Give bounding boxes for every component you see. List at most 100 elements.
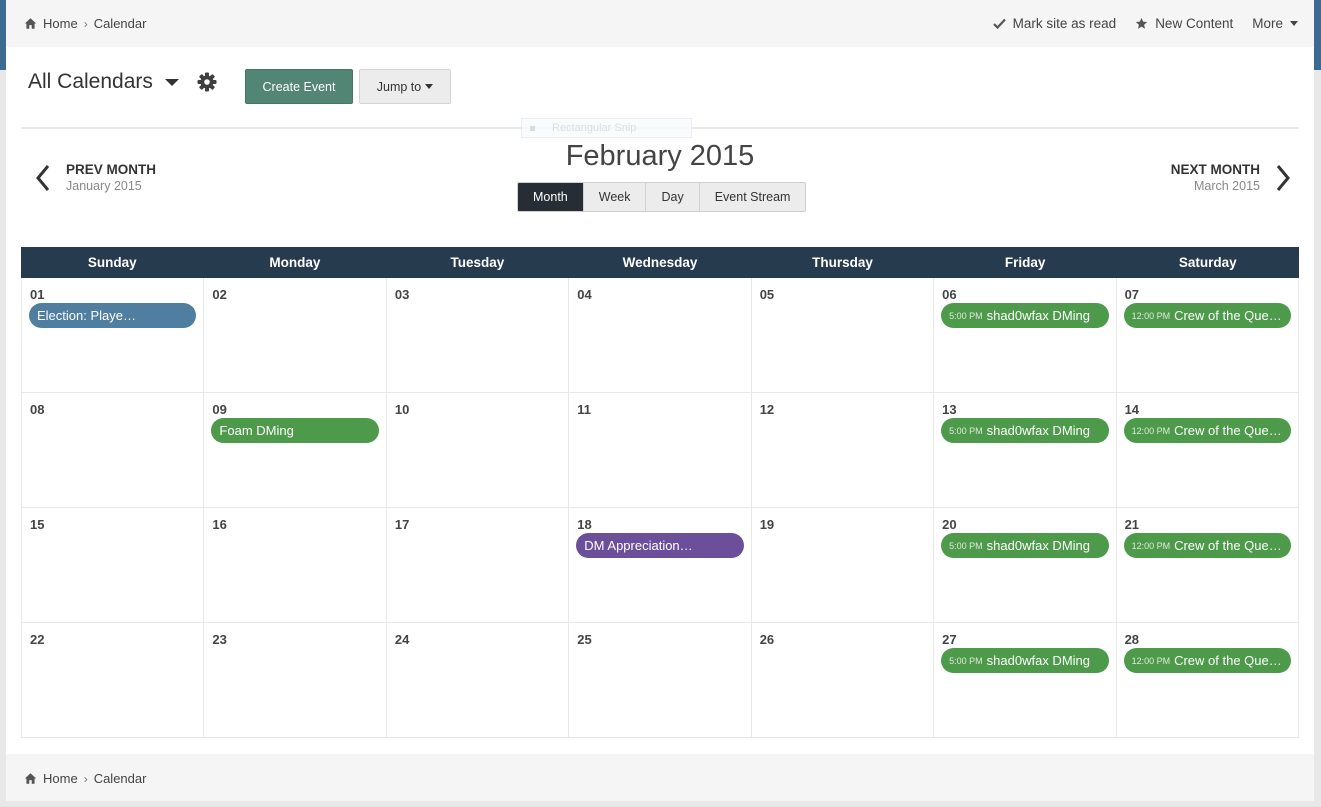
footer-breadcrumb: Home › Calendar (24, 771, 146, 786)
day-number[interactable]: 05 (760, 287, 926, 302)
day-cell[interactable]: 28 12:00 PM Crew of the Que… (1116, 623, 1299, 738)
day-number[interactable]: 22 (30, 632, 196, 647)
event-title: shad0wfax DMing (986, 308, 1090, 323)
day-cell[interactable]: 15 (22, 508, 205, 623)
gear-icon[interactable] (197, 72, 217, 92)
day-number[interactable]: 25 (577, 632, 743, 647)
day-number[interactable]: 20 (942, 517, 1108, 532)
day-number[interactable]: 15 (30, 517, 196, 532)
day-cell[interactable]: 24 (386, 623, 570, 738)
chevron-right-icon: › (83, 16, 88, 31)
day-number[interactable]: 07 (1125, 287, 1291, 302)
day-cell[interactable]: 21 12:00 PM Crew of the Que… (1116, 508, 1299, 623)
day-number[interactable]: 28 (1125, 632, 1291, 647)
calendar-event[interactable]: 12:00 PM Crew of the Que… (1123, 418, 1291, 443)
day-number[interactable]: 23 (212, 632, 378, 647)
day-number[interactable]: 18 (577, 517, 743, 532)
day-cell[interactable]: 13 5:00 PM shad0wfax DMing (934, 393, 1117, 508)
calendar-event[interactable]: 5:00 PM shad0wfax DMing (941, 303, 1109, 328)
breadcrumb-home[interactable]: Home (43, 16, 78, 31)
calendar-event[interactable]: 12:00 PM Crew of the Que… (1123, 533, 1291, 558)
day-cell[interactable]: 18 DM Appreciation… (569, 508, 752, 623)
calendar-event[interactable]: 12:00 PM Crew of the Que… (1123, 303, 1291, 328)
day-number[interactable]: 02 (212, 287, 378, 302)
day-number[interactable]: 17 (395, 517, 561, 532)
mark-site-read-link[interactable]: Mark site as read (992, 16, 1116, 31)
weekday-sunday: Sunday (87, 255, 137, 270)
star-icon (1136, 17, 1148, 29)
day-cell[interactable]: 14 12:00 PM Crew of the Que… (1116, 393, 1299, 508)
calendar-event[interactable]: 12:00 PM Crew of the Que… (1123, 648, 1291, 673)
prev-month-name: January 2015 (66, 179, 142, 193)
day-cell[interactable]: 22 (22, 623, 205, 738)
day-cell[interactable]: 09 Foam DMing (204, 393, 387, 508)
day-cell[interactable]: 01 Election: Playe… (22, 278, 205, 393)
day-number[interactable]: 08 (30, 402, 196, 417)
day-cell[interactable]: 20 5:00 PM shad0wfax DMing (934, 508, 1117, 623)
event-title: shad0wfax DMing (986, 423, 1090, 438)
breadcrumb-home[interactable]: Home (43, 771, 78, 786)
day-cell[interactable]: 10 (386, 393, 570, 508)
day-cell[interactable]: 03 (386, 278, 570, 393)
calendar-event[interactable]: 5:00 PM shad0wfax DMing (941, 418, 1109, 443)
day-cell[interactable]: 17 (386, 508, 570, 623)
breadcrumb-calendar[interactable]: Calendar (94, 16, 147, 31)
day-cell[interactable]: 23 (204, 623, 387, 738)
day-number[interactable]: 09 (212, 402, 378, 417)
day-cell[interactable]: 02 (204, 278, 387, 393)
day-number[interactable]: 13 (942, 402, 1108, 417)
calendar-event[interactable]: Election: Playe… (29, 303, 197, 328)
day-cell[interactable]: 04 (569, 278, 752, 393)
event-time: 12:00 PM (1131, 425, 1171, 436)
day-cell[interactable]: 06 5:00 PM shad0wfax DMing (934, 278, 1117, 393)
calendar-event[interactable]: Foam DMing (211, 418, 379, 443)
calendar-dropdown-caret-icon[interactable] (164, 78, 179, 86)
day-cell[interactable]: 12 (751, 393, 935, 508)
view-tab-event-stream[interactable]: Event Stream (698, 183, 806, 211)
day-number[interactable]: 19 (760, 517, 926, 532)
calendar-event[interactable]: DM Appreciation… (576, 533, 744, 558)
jump-to-label: Jump to (376, 79, 422, 94)
next-month-link[interactable]: NEXT MONTH March 2015 (1171, 162, 1292, 193)
day-number[interactable]: 06 (942, 287, 1108, 302)
jump-to-button[interactable]: Jump to (359, 69, 451, 104)
new-content-label: New Content (1155, 16, 1234, 31)
day-cell[interactable]: 19 (751, 508, 935, 623)
day-cell[interactable]: 26 (751, 623, 935, 738)
new-content-link[interactable]: New Content (1135, 16, 1233, 31)
day-number[interactable]: 11 (577, 402, 743, 417)
day-cell[interactable]: 25 (569, 623, 752, 738)
create-event-button[interactable]: Create Event (245, 69, 353, 104)
day-number[interactable]: 12 (760, 402, 926, 417)
day-cell[interactable]: 27 5:00 PM shad0wfax DMing (934, 623, 1117, 738)
day-cell[interactable]: 05 (751, 278, 935, 393)
breadcrumb-calendar[interactable]: Calendar (94, 771, 147, 786)
chevron-right-icon: › (83, 771, 88, 786)
view-tab-month[interactable]: Month (518, 183, 583, 211)
day-number[interactable]: 10 (395, 402, 561, 417)
event-title: DM Appreciation… (584, 538, 693, 553)
day-number[interactable]: 14 (1125, 402, 1291, 417)
calendar-event[interactable]: 5:00 PM shad0wfax DMing (941, 533, 1109, 558)
day-number[interactable]: 21 (1125, 517, 1291, 532)
day-cell[interactable]: 07 12:00 PM Crew of the Que… (1116, 278, 1299, 393)
event-time: 12:00 PM (1131, 655, 1171, 666)
weekday-thursday: Thursday (812, 255, 873, 270)
view-tab-week[interactable]: Week (582, 183, 646, 211)
day-number[interactable]: 04 (577, 287, 743, 302)
more-menu[interactable]: More (1252, 16, 1298, 31)
day-cell[interactable]: 08 (22, 393, 205, 508)
day-number[interactable]: 26 (760, 632, 926, 647)
day-cell[interactable]: 11 (569, 393, 752, 508)
calendar-event[interactable]: 5:00 PM shad0wfax DMing (941, 648, 1109, 673)
day-number[interactable]: 03 (395, 287, 561, 302)
day-number[interactable]: 01 (30, 287, 196, 302)
event-title: shad0wfax DMing (986, 538, 1090, 553)
view-tab-day[interactable]: Day (645, 183, 699, 211)
day-number[interactable]: 16 (212, 517, 378, 532)
day-cell[interactable]: 16 (204, 508, 387, 623)
event-time: 5:00 PM (949, 310, 983, 321)
day-number[interactable]: 27 (942, 632, 1108, 647)
event-title: Crew of the Que… (1174, 308, 1282, 323)
day-number[interactable]: 24 (395, 632, 561, 647)
